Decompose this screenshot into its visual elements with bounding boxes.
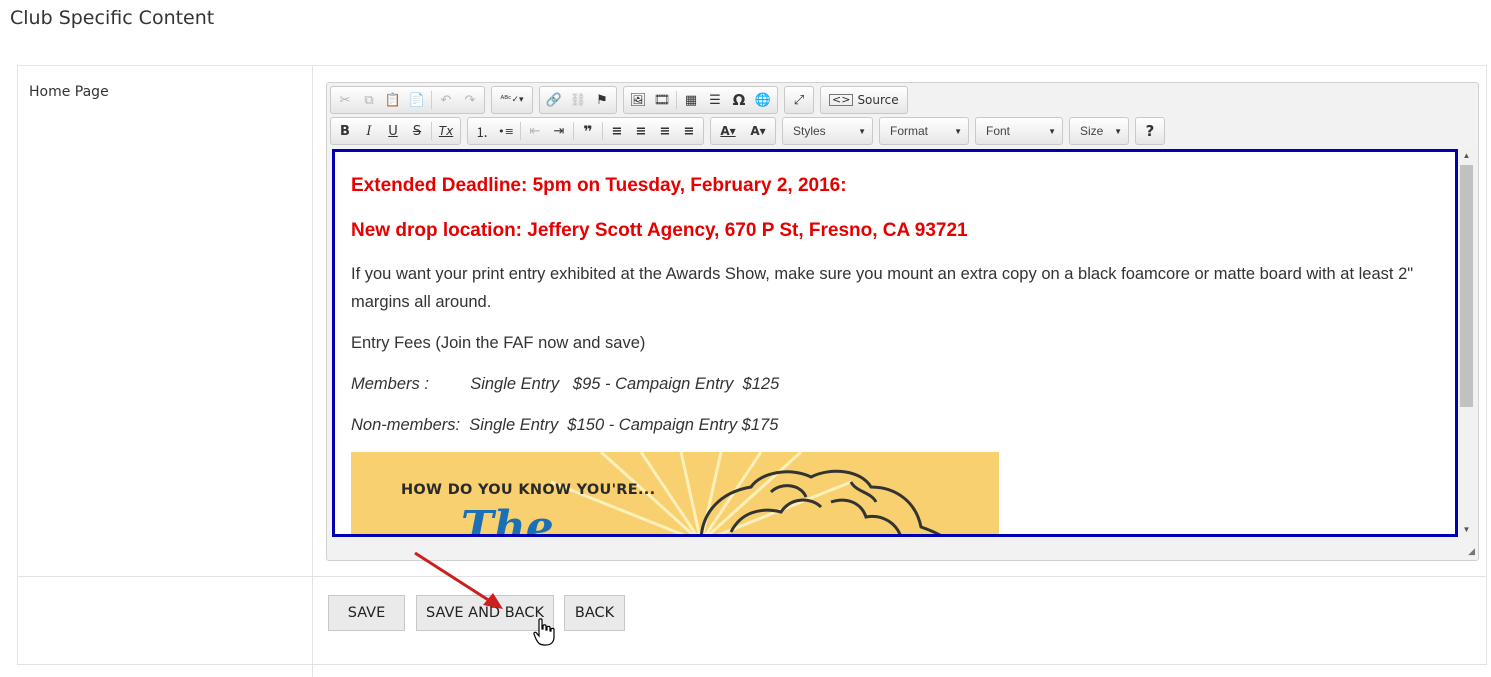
align-center-icon[interactable]: ≡ bbox=[629, 119, 653, 143]
horizontal-line-icon[interactable]: ☰ bbox=[703, 88, 727, 112]
source-group: <> Source bbox=[820, 86, 908, 114]
bulleted-list-icon[interactable]: •≡ bbox=[494, 119, 518, 143]
link-icon[interactable]: 🔗 bbox=[542, 88, 566, 112]
clipboard-group: ✂ ⧉ 📋 📄 ↶ ↷ bbox=[330, 86, 485, 114]
image-icon[interactable]: 🖼 bbox=[626, 88, 650, 112]
format-label: Format bbox=[890, 124, 929, 138]
source-button[interactable]: <> Source bbox=[823, 88, 905, 112]
home-page-label: Home Page bbox=[29, 84, 109, 100]
scroll-down-icon[interactable]: ▼ bbox=[1458, 523, 1475, 537]
link-group: 🔗 ⛓ ⚑ bbox=[539, 86, 617, 114]
tools-group: ⤢ bbox=[784, 86, 814, 114]
copy-icon[interactable]: ⧉ bbox=[357, 88, 381, 112]
source-icon: <> bbox=[829, 94, 854, 106]
text-color-icon[interactable]: A▾ bbox=[713, 119, 743, 143]
page-title: Club Specific Content bbox=[10, 7, 215, 29]
numbered-list-icon[interactable]: ⒈ bbox=[470, 119, 494, 143]
toolbar-separator bbox=[520, 122, 521, 140]
annotation-arrow-icon bbox=[414, 551, 503, 609]
justify-icon[interactable]: ≡ bbox=[677, 119, 701, 143]
maximize-icon[interactable]: ⤢ bbox=[787, 88, 811, 112]
scroll-up-icon[interactable]: ▲ bbox=[1458, 149, 1475, 163]
size-dropdown[interactable]: Size ▼ bbox=[1069, 117, 1129, 145]
size-label: Size bbox=[1080, 124, 1104, 138]
help-group: ? bbox=[1135, 117, 1165, 145]
blockquote-icon[interactable]: ❞ bbox=[576, 119, 600, 143]
anchor-icon[interactable]: ⚑ bbox=[590, 88, 614, 112]
label-cell: Home Page bbox=[18, 66, 313, 576]
toolbar-separator bbox=[676, 91, 677, 109]
back-button[interactable]: BACK bbox=[564, 595, 625, 631]
format-dropdown[interactable]: Format ▼ bbox=[879, 117, 969, 145]
colors-group: A▾ A▾ bbox=[710, 117, 776, 145]
content-nonmembers-fees: Non-members: Single Entry $150 - Campaig… bbox=[351, 416, 779, 434]
bold-icon[interactable]: B bbox=[333, 119, 357, 143]
content-paragraph-mount: If you want your print entry exhibited a… bbox=[351, 265, 1414, 311]
chevron-down-icon: ▼ bbox=[858, 126, 866, 136]
hand-cursor-icon bbox=[533, 618, 555, 646]
paste-text-icon[interactable]: 📄 bbox=[405, 88, 429, 112]
undo-icon[interactable]: ↶ bbox=[434, 88, 458, 112]
label-cell-empty bbox=[18, 577, 313, 677]
promo-image: HOW DO YOU KNOW YOU'RE... The bbox=[351, 452, 999, 537]
help-icon[interactable]: ? bbox=[1138, 119, 1162, 143]
align-left-icon[interactable]: ≡ bbox=[605, 119, 629, 143]
promo-headline: HOW DO YOU KNOW YOU'RE... bbox=[401, 482, 656, 498]
toolbar-separator bbox=[573, 122, 574, 140]
content-heading-deadline: Extended Deadline: 5pm on Tuesday, Febru… bbox=[351, 175, 847, 196]
table-icon[interactable]: ▦ bbox=[679, 88, 703, 112]
scroll-thumb[interactable] bbox=[1460, 165, 1473, 407]
editor-content-area[interactable]: Extended Deadline: 5pm on Tuesday, Febru… bbox=[332, 149, 1458, 537]
remove-format-icon[interactable]: Tx bbox=[434, 119, 458, 143]
chevron-down-icon: ▼ bbox=[1114, 126, 1122, 136]
save-button[interactable]: SAVE bbox=[328, 595, 405, 631]
toolbar-row-2: B I U S Tx ⒈ •≡ ⇤ ⇥ ❞ ≡ ≡ ≡ ≡ A▾ A▾ Styl… bbox=[330, 117, 1171, 145]
toolbar-separator bbox=[431, 122, 432, 140]
font-label: Font bbox=[986, 124, 1011, 138]
iframe-icon[interactable]: 🌐 bbox=[751, 88, 775, 112]
toolbar-separator bbox=[431, 91, 432, 109]
flash-icon[interactable]: 🎞 bbox=[650, 88, 674, 112]
spell-group: ᴬᴮᶜ✓▾ bbox=[491, 86, 533, 114]
indent-icon[interactable]: ⇥ bbox=[547, 119, 571, 143]
spellcheck-icon[interactable]: ᴬᴮᶜ✓▾ bbox=[494, 88, 530, 112]
underline-icon[interactable]: U bbox=[381, 119, 405, 143]
chevron-down-icon: ▼ bbox=[1048, 126, 1056, 136]
toolbar-separator bbox=[602, 122, 603, 140]
source-label: Source bbox=[857, 93, 899, 107]
special-char-icon[interactable]: Ω bbox=[727, 88, 751, 112]
unlink-icon[interactable]: ⛓ bbox=[566, 88, 590, 112]
toolbar-row-1: ✂ ⧉ 📋 📄 ↶ ↷ ᴬᴮᶜ✓▾ 🔗 ⛓ ⚑ 🖼 🎞 ▦ ☰ Ω 🌐 ⤢ <>… bbox=[330, 86, 914, 114]
basic-styles-group: B I U S Tx bbox=[330, 117, 461, 145]
styles-label: Styles bbox=[793, 124, 826, 138]
italic-icon[interactable]: I bbox=[357, 119, 381, 143]
chevron-down-icon: ▼ bbox=[954, 126, 962, 136]
font-dropdown[interactable]: Font ▼ bbox=[975, 117, 1063, 145]
cut-icon[interactable]: ✂ bbox=[333, 88, 357, 112]
promo-partial-word: The bbox=[461, 502, 554, 537]
rich-text-editor: ✂ ⧉ 📋 📄 ↶ ↷ ᴬᴮᶜ✓▾ 🔗 ⛓ ⚑ 🖼 🎞 ▦ ☰ Ω 🌐 ⤢ <>… bbox=[326, 82, 1479, 561]
paste-icon[interactable]: 📋 bbox=[381, 88, 405, 112]
strike-icon[interactable]: S bbox=[405, 119, 429, 143]
paragraph-group: ⒈ •≡ ⇤ ⇥ ❞ ≡ ≡ ≡ ≡ bbox=[467, 117, 704, 145]
redo-icon[interactable]: ↷ bbox=[458, 88, 482, 112]
content-members-fees: Members : Single Entry $95 - Campaign En… bbox=[351, 375, 780, 393]
styles-dropdown[interactable]: Styles ▼ bbox=[782, 117, 873, 145]
content-heading-location: New drop location: Jeffery Scott Agency,… bbox=[351, 220, 968, 241]
bg-color-icon[interactable]: A▾ bbox=[743, 119, 773, 143]
content-scrollbar[interactable]: ▲ ▼ bbox=[1458, 149, 1475, 537]
insert-group: 🖼 🎞 ▦ ☰ Ω 🌐 bbox=[623, 86, 778, 114]
align-right-icon[interactable]: ≡ bbox=[653, 119, 677, 143]
content-paragraph-fees: Entry Fees (Join the FAF now and save) bbox=[351, 334, 646, 352]
outdent-icon[interactable]: ⇤ bbox=[523, 119, 547, 143]
resize-grip-icon[interactable]: ◢ bbox=[1468, 546, 1475, 557]
